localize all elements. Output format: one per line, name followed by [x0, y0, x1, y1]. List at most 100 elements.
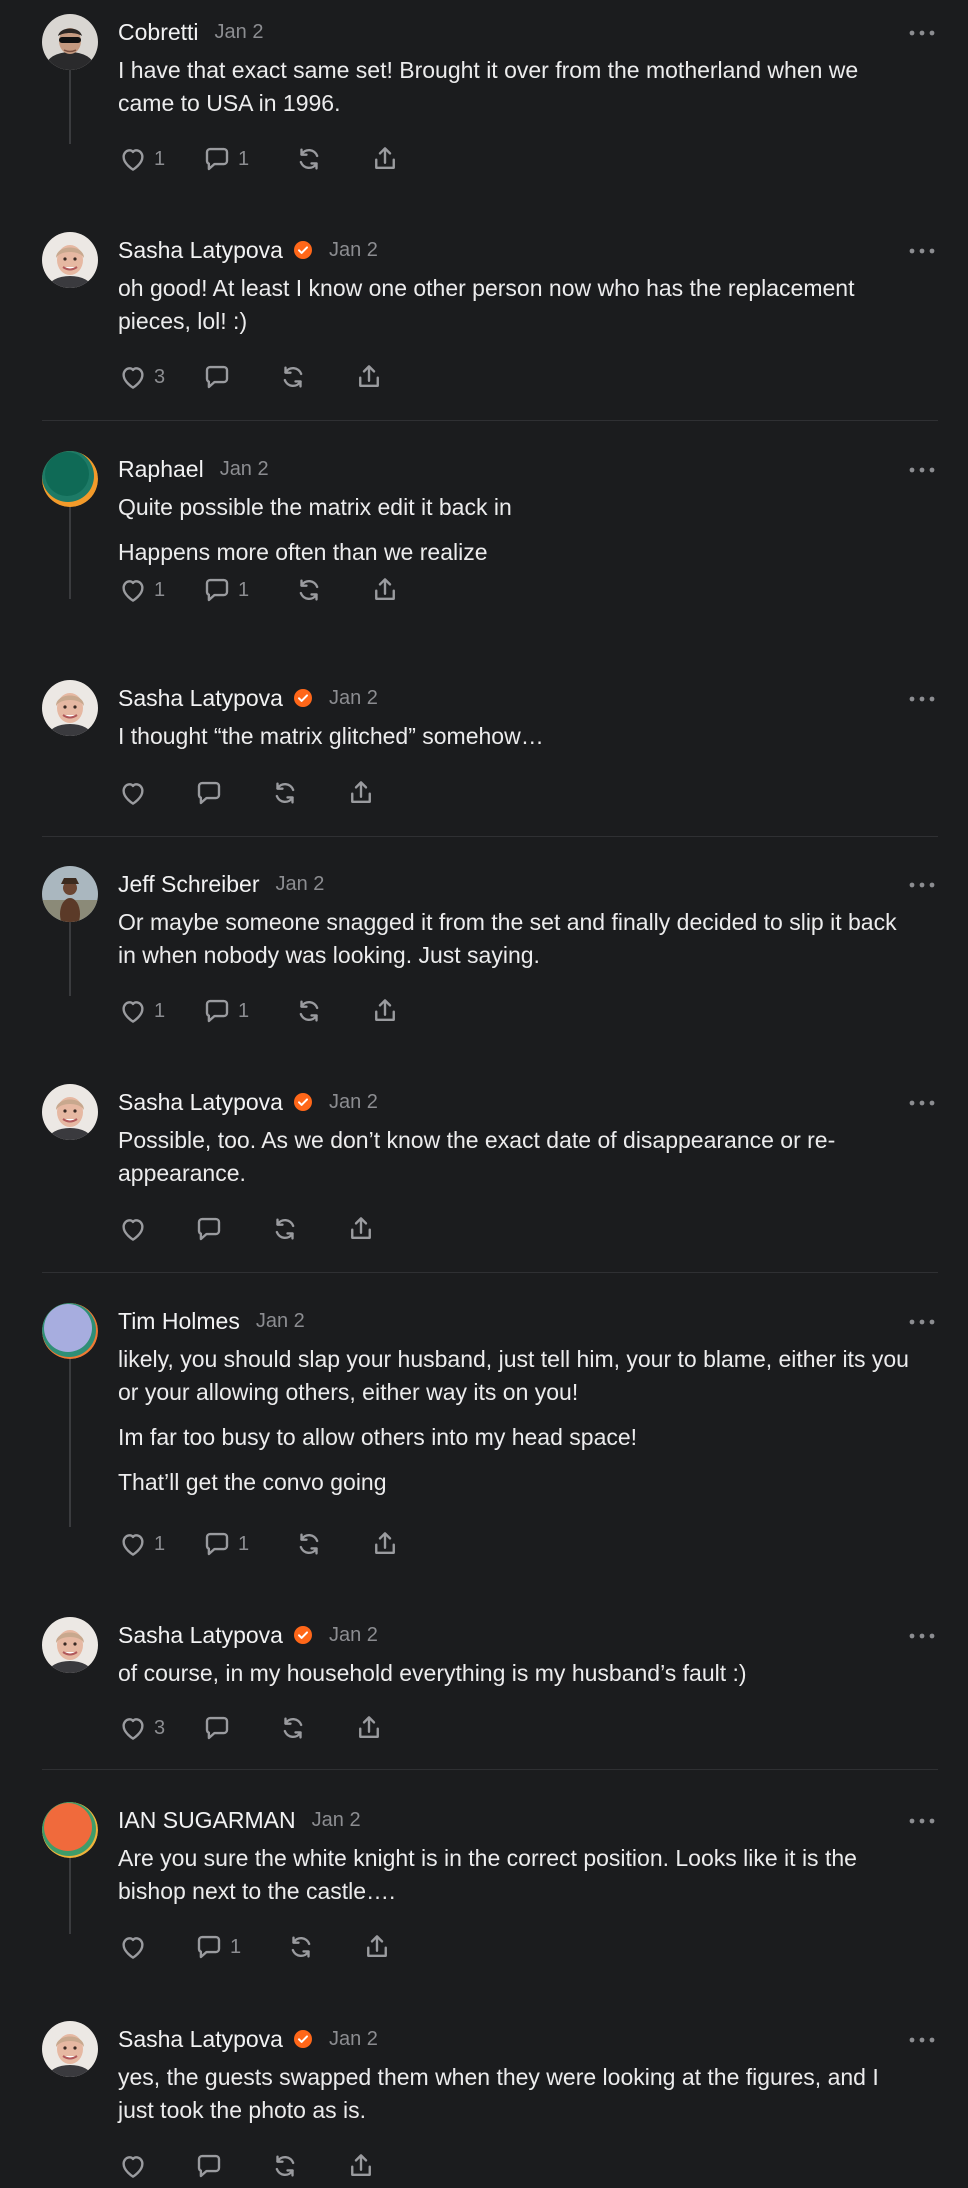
more-options-icon[interactable]: [906, 2033, 938, 2045]
comment-actions: 3: [118, 1711, 394, 1745]
restack-button[interactable]: [278, 1711, 354, 1745]
reply-button[interactable]: [194, 2149, 270, 2183]
reply-button[interactable]: [194, 1212, 270, 1246]
comment-date[interactable]: Jan 2: [220, 458, 269, 481]
author-name[interactable]: Cobretti: [118, 19, 199, 46]
more-options-icon[interactable]: [906, 1096, 938, 1108]
author-name[interactable]: Sasha Latypova: [118, 1622, 283, 1649]
reply-button[interactable]: 1: [202, 573, 294, 607]
avatar[interactable]: [42, 1802, 98, 1858]
share-button[interactable]: [354, 360, 394, 394]
comment-body: yes, the guests swapped them when they w…: [118, 2061, 918, 2139]
more-options-icon[interactable]: [906, 1629, 938, 1641]
thread-line: [69, 1359, 71, 1527]
author-name[interactable]: Sasha Latypova: [118, 2026, 283, 2053]
thread-line: [69, 70, 71, 144]
comment-thread: Cobretti Jan 2 I have that exact same set!…: [0, 0, 968, 2188]
restack-button[interactable]: [270, 2149, 346, 2183]
like-button[interactable]: [118, 1212, 194, 1246]
heart-icon: [118, 1214, 148, 1244]
heart-icon: [118, 362, 148, 392]
reply-count: 1: [238, 999, 250, 1022]
more-options-icon[interactable]: [906, 692, 938, 704]
share-button[interactable]: [354, 1711, 394, 1745]
avatar[interactable]: [42, 232, 98, 288]
like-count: 1: [154, 578, 166, 601]
avatar[interactable]: [42, 451, 98, 507]
restack-button[interactable]: [294, 994, 370, 1028]
share-button[interactable]: [370, 994, 410, 1028]
more-options-icon[interactable]: [906, 1814, 938, 1826]
comment-date[interactable]: Jan 2: [329, 687, 378, 710]
like-button[interactable]: 1: [118, 573, 202, 607]
share-button[interactable]: [346, 1212, 386, 1246]
reply-button[interactable]: 1: [202, 1527, 294, 1561]
more-options-icon[interactable]: [906, 244, 938, 256]
more-options-icon[interactable]: [906, 878, 938, 890]
comment-date[interactable]: Jan 2: [329, 239, 378, 262]
like-button[interactable]: 3: [118, 360, 202, 394]
author-name[interactable]: Jeff Schreiber: [118, 871, 259, 898]
comment-actions: [118, 2149, 386, 2183]
more-options-icon[interactable]: [906, 1315, 938, 1327]
share-button[interactable]: [362, 1930, 402, 1964]
more-options-icon[interactable]: [906, 463, 938, 475]
comment-paragraph: likely, you should slap your husband, ju…: [118, 1346, 909, 1405]
restack-button[interactable]: [270, 776, 346, 810]
author-name[interactable]: Sasha Latypova: [118, 685, 283, 712]
like-button[interactable]: 1: [118, 1527, 202, 1561]
restack-button[interactable]: [294, 142, 370, 176]
restack-button[interactable]: [270, 1212, 346, 1246]
avatar[interactable]: [42, 866, 98, 922]
share-button[interactable]: [370, 573, 410, 607]
restack-icon: [278, 362, 308, 392]
comment-date[interactable]: Jan 2: [275, 873, 324, 896]
restack-button[interactable]: [278, 360, 354, 394]
avatar[interactable]: [42, 680, 98, 736]
share-button[interactable]: [370, 142, 410, 176]
comment-date[interactable]: Jan 2: [312, 1809, 361, 1832]
comment-date[interactable]: Jan 2: [329, 2028, 378, 2051]
share-button[interactable]: [346, 2149, 386, 2183]
avatar[interactable]: [42, 2021, 98, 2077]
reply-button[interactable]: 1: [202, 142, 294, 176]
comment-paragraph: oh good! At least I know one other perso…: [118, 275, 855, 334]
author-name[interactable]: Tim Holmes: [118, 1308, 240, 1335]
avatar[interactable]: [42, 1084, 98, 1140]
like-button[interactable]: [118, 2149, 194, 2183]
restack-button[interactable]: [294, 1527, 370, 1561]
reply-button[interactable]: [202, 360, 278, 394]
comment-date[interactable]: Jan 2: [256, 1310, 305, 1333]
share-button[interactable]: [370, 1527, 410, 1561]
restack-button[interactable]: [286, 1930, 362, 1964]
restack-button[interactable]: [294, 573, 370, 607]
comment-date[interactable]: Jan 2: [215, 21, 264, 44]
divider: [42, 1272, 938, 1273]
reply-button[interactable]: 1: [194, 1930, 286, 1964]
reply-button[interactable]: 1: [202, 994, 294, 1028]
share-button[interactable]: [346, 776, 386, 810]
author-name[interactable]: Raphael: [118, 456, 204, 483]
avatar[interactable]: [42, 1303, 98, 1359]
more-options-icon[interactable]: [906, 26, 938, 38]
comment-date[interactable]: Jan 2: [329, 1624, 378, 1647]
author-name[interactable]: Sasha Latypova: [118, 237, 283, 264]
author-name[interactable]: IAN SUGARMAN: [118, 1807, 296, 1834]
thread-line: [69, 507, 71, 599]
like-button[interactable]: 3: [118, 1711, 202, 1745]
comment-paragraph: Are you sure the white knight is in the …: [118, 1845, 857, 1904]
reply-button[interactable]: [194, 776, 270, 810]
restack-icon: [294, 575, 324, 605]
like-button[interactable]: 1: [118, 142, 202, 176]
avatar[interactable]: [42, 1617, 98, 1673]
reply-button[interactable]: [202, 1711, 278, 1745]
author-name[interactable]: Sasha Latypova: [118, 1089, 283, 1116]
like-button[interactable]: [118, 776, 194, 810]
like-button[interactable]: [118, 1930, 194, 1964]
share-icon: [354, 1713, 384, 1743]
comment-date[interactable]: Jan 2: [329, 1091, 378, 1114]
comment-actions: 11: [118, 994, 410, 1028]
comment-bubble-icon: [194, 1932, 224, 1962]
like-button[interactable]: 1: [118, 994, 202, 1028]
avatar[interactable]: [42, 14, 98, 70]
